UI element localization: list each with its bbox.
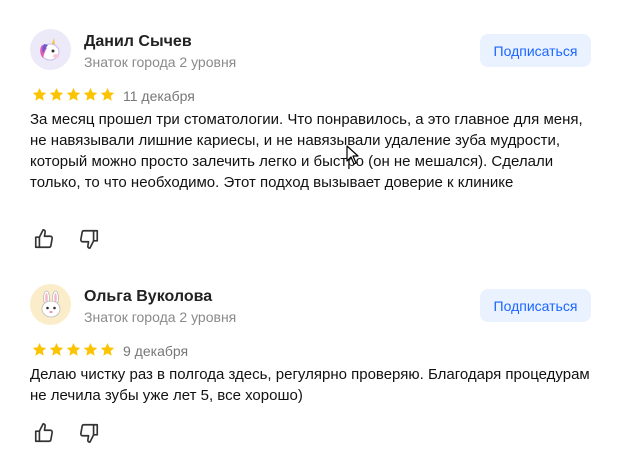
review-date: 11 декабря [123,88,195,104]
star-icon [49,87,64,101]
thumbs-down-icon [79,229,99,249]
like-button[interactable] [32,422,56,446]
star-icon [66,87,81,101]
author-level: Знаток города 2 уровня [84,309,237,325]
avatar[interactable] [30,284,71,325]
rating-stars [32,342,115,357]
thumbs-up-icon [34,229,54,249]
review-date: 9 декабря [123,343,189,359]
review-text: За месяц прошел три стоматологии. Что по… [30,111,583,191]
rabbit-icon [41,290,60,317]
author-name[interactable]: Данил Сычев [84,33,192,51]
dislike-button[interactable] [77,422,101,446]
star-icon [32,342,47,356]
star-icon [100,87,115,101]
author-level: Знаток города 2 уровня [84,54,237,70]
avatar[interactable] [30,29,71,70]
unicorn-icon [39,37,59,60]
star-icon [66,342,81,356]
star-icon [83,87,98,101]
like-button[interactable] [32,228,56,252]
author-name[interactable]: Ольга Вуколова [84,288,212,306]
thumbs-up-icon [34,423,54,443]
subscribe-button[interactable]: Подписаться [480,289,591,322]
star-icon [83,342,98,356]
review-text: Делаю чистку раз в полгода здесь, регуля… [30,366,590,404]
star-icon [49,342,64,356]
dislike-button[interactable] [77,228,101,252]
thumbs-down-icon [79,423,99,443]
subscribe-button[interactable]: Подписаться [480,34,591,67]
star-icon [100,342,115,356]
rating-stars [32,87,115,102]
star-icon [32,87,47,101]
